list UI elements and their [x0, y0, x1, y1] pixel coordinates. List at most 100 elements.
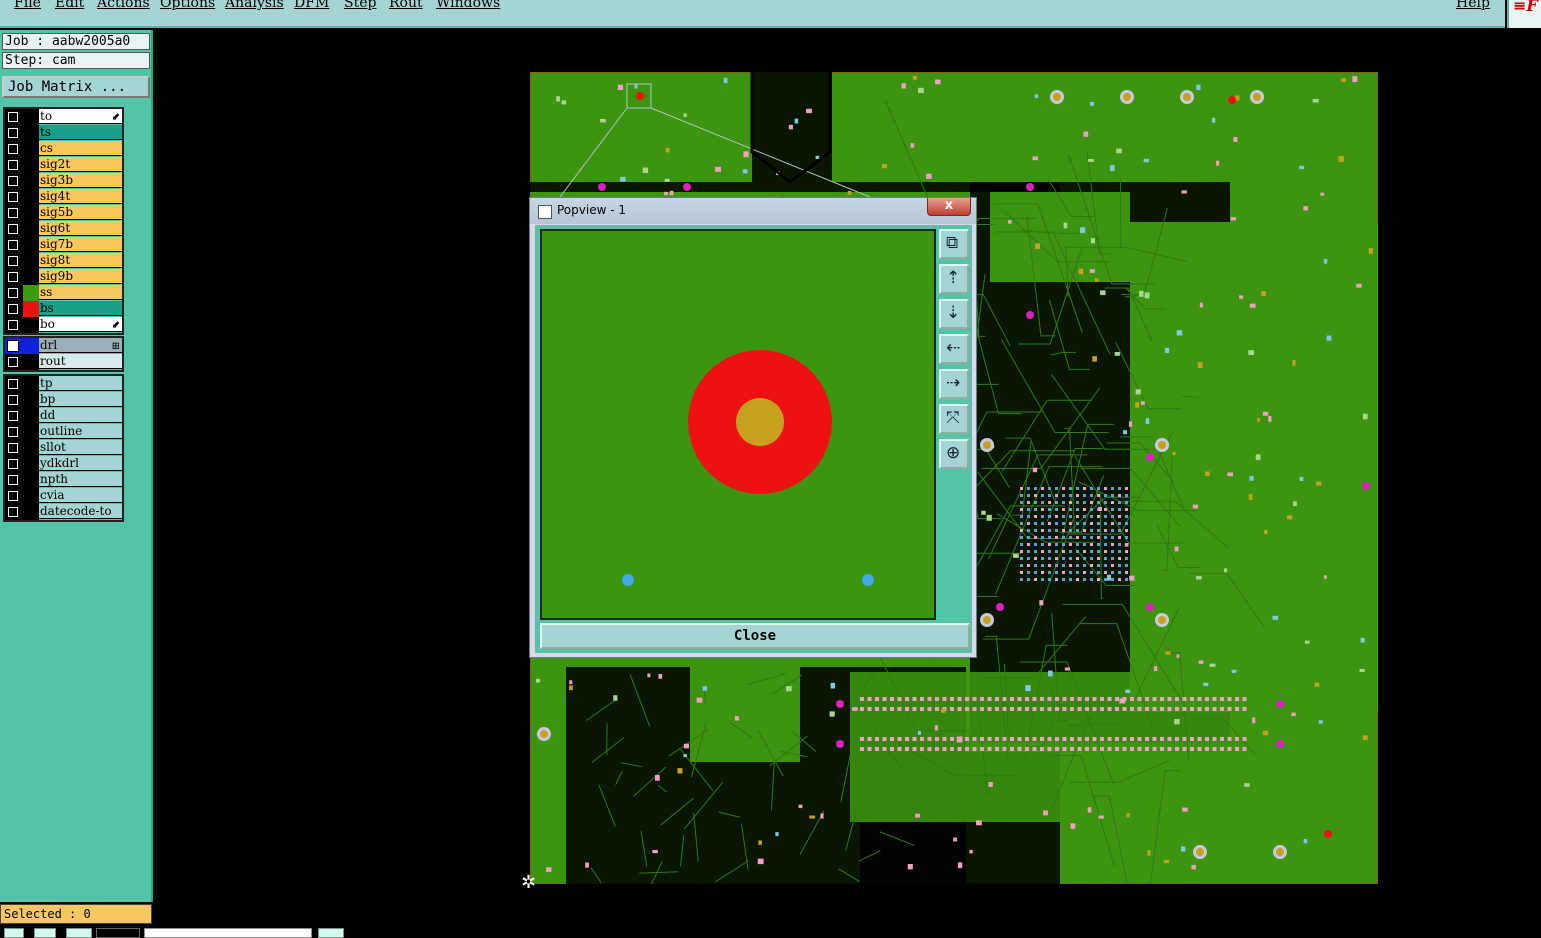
layer-checkbox[interactable]	[5, 189, 23, 205]
layer-name[interactable]: sig3b	[39, 173, 122, 188]
layer-row-cvia[interactable]: cvia	[5, 488, 122, 504]
layer-color-swatch[interactable]	[23, 354, 39, 370]
layer-checkbox[interactable]	[5, 456, 23, 472]
layer-checkbox[interactable]	[5, 109, 23, 125]
toolbar-button[interactable]	[318, 928, 344, 938]
layer-name[interactable]: ydkdrl	[39, 456, 122, 471]
layer-name[interactable]: bs	[39, 301, 122, 316]
layer-name[interactable]: rout	[39, 354, 122, 369]
layer-color-swatch[interactable]	[23, 269, 39, 285]
menu-actions[interactable]: Actions	[97, 0, 150, 11]
layer-color-swatch[interactable]	[23, 221, 39, 237]
layer-name[interactable]: cvia	[39, 488, 122, 503]
layer-row-drl[interactable]: drl ⊞	[5, 338, 122, 354]
popview-canvas[interactable]	[540, 229, 936, 620]
pan-right-button[interactable]: ⇢	[939, 369, 969, 399]
layer-name[interactable]: bo ⬋	[39, 317, 122, 332]
toolbar-button[interactable]	[4, 928, 24, 938]
layer-name[interactable]: sig4t	[39, 189, 122, 204]
layer-name[interactable]: sig5b	[39, 205, 122, 220]
job-matrix-button[interactable]: Job Matrix ...	[2, 76, 150, 98]
layer-color-swatch[interactable]	[23, 125, 39, 141]
pan-down-button[interactable]: ⇣	[939, 299, 969, 329]
layer-name[interactable]: sig7b	[39, 237, 122, 252]
layer-row-sig8t[interactable]: sig8t	[5, 253, 122, 269]
pan-up-button[interactable]: ⇡	[939, 264, 969, 294]
layer-color-swatch[interactable]	[23, 109, 39, 125]
layer-checkbox[interactable]	[5, 376, 23, 392]
menu-help[interactable]: Help	[1456, 0, 1490, 11]
layer-row-sllot[interactable]: sllot	[5, 440, 122, 456]
layer-checkbox[interactable]	[5, 338, 23, 354]
layer-color-swatch[interactable]	[23, 173, 39, 189]
layer-checkbox[interactable]	[5, 301, 23, 317]
layer-row-datecode-to[interactable]: datecode-to	[5, 504, 122, 520]
layer-name[interactable]: bp	[39, 392, 122, 407]
toolbar-field[interactable]	[96, 928, 140, 938]
close-icon[interactable]: x	[927, 198, 971, 216]
layer-checkbox[interactable]	[5, 424, 23, 440]
layer-row-dd[interactable]: dd	[5, 408, 122, 424]
layer-row-ts[interactable]: ts	[5, 125, 122, 141]
layer-name[interactable]: sig6t	[39, 221, 122, 236]
layer-checkbox[interactable]	[5, 253, 23, 269]
layer-checkbox[interactable]	[5, 440, 23, 456]
toolbar-button[interactable]	[66, 928, 92, 938]
layer-row-ss[interactable]: ss	[5, 285, 122, 301]
layer-row-sig3b[interactable]: sig3b	[5, 173, 122, 189]
popview-titlebar[interactable]: Popview - 1	[530, 198, 976, 224]
layer-checkbox[interactable]	[5, 173, 23, 189]
layer-row-rout[interactable]: rout	[5, 354, 122, 370]
layer-color-swatch[interactable]	[23, 189, 39, 205]
layer-color-swatch[interactable]	[23, 317, 39, 333]
layer-checkbox[interactable]	[5, 205, 23, 221]
pan-left-button[interactable]: ⇠	[939, 334, 969, 364]
layer-row-to[interactable]: to ⬋	[5, 109, 122, 125]
layer-checkbox[interactable]	[5, 125, 23, 141]
menu-windows[interactable]: Windows	[436, 0, 500, 11]
layer-checkbox[interactable]	[5, 269, 23, 285]
layer-checkbox[interactable]	[5, 237, 23, 253]
toolbar-button[interactable]	[34, 928, 56, 938]
layer-color-swatch[interactable]	[23, 237, 39, 253]
menu-rout[interactable]: Rout	[389, 0, 423, 11]
layer-name[interactable]: ts	[39, 125, 122, 140]
layer-name[interactable]: cs	[39, 141, 122, 156]
layer-checkbox[interactable]	[5, 317, 23, 333]
layer-name[interactable]: sig9b	[39, 269, 122, 284]
layer-checkbox[interactable]	[5, 157, 23, 173]
layer-checkbox[interactable]	[5, 472, 23, 488]
menu-dfm[interactable]: DFM	[294, 0, 329, 11]
layer-checkbox[interactable]	[5, 141, 23, 157]
layer-color-swatch[interactable]	[23, 456, 39, 472]
layer-row-ydkdrl[interactable]: ydkdrl	[5, 456, 122, 472]
layer-row-sig4t[interactable]: sig4t	[5, 189, 122, 205]
layer-name[interactable]: tp	[39, 376, 122, 391]
layer-color-swatch[interactable]	[23, 376, 39, 392]
zoom-home-button[interactable]: ⊕	[939, 439, 969, 469]
layer-name[interactable]: outline	[39, 424, 122, 439]
layer-color-swatch[interactable]	[23, 472, 39, 488]
layer-name[interactable]: datecode-to	[39, 504, 122, 519]
layer-name[interactable]: ss	[39, 285, 122, 300]
layer-row-npth[interactable]: npth	[5, 472, 122, 488]
layer-checkbox[interactable]	[5, 408, 23, 424]
layer-checkbox[interactable]	[5, 504, 23, 520]
layer-color-swatch[interactable]	[23, 440, 39, 456]
layer-color-swatch[interactable]	[23, 157, 39, 173]
layer-row-bs[interactable]: bs	[5, 301, 122, 317]
layer-name[interactable]: sllot	[39, 440, 122, 455]
layer-checkbox[interactable]	[5, 354, 23, 370]
layer-color-swatch[interactable]	[23, 424, 39, 440]
layer-color-swatch[interactable]	[23, 301, 39, 317]
layer-checkbox[interactable]	[5, 285, 23, 301]
layer-color-swatch[interactable]	[23, 392, 39, 408]
layer-row-outline[interactable]: outline	[5, 424, 122, 440]
layer-checkbox[interactable]	[5, 488, 23, 504]
layer-name[interactable]: drl ⊞	[39, 338, 122, 353]
menu-options[interactable]: Options	[160, 0, 215, 11]
layer-name[interactable]: sig8t	[39, 253, 122, 268]
menu-file[interactable]: File	[14, 0, 41, 11]
menu-step[interactable]: Step	[344, 0, 376, 11]
command-input[interactable]	[144, 928, 312, 938]
